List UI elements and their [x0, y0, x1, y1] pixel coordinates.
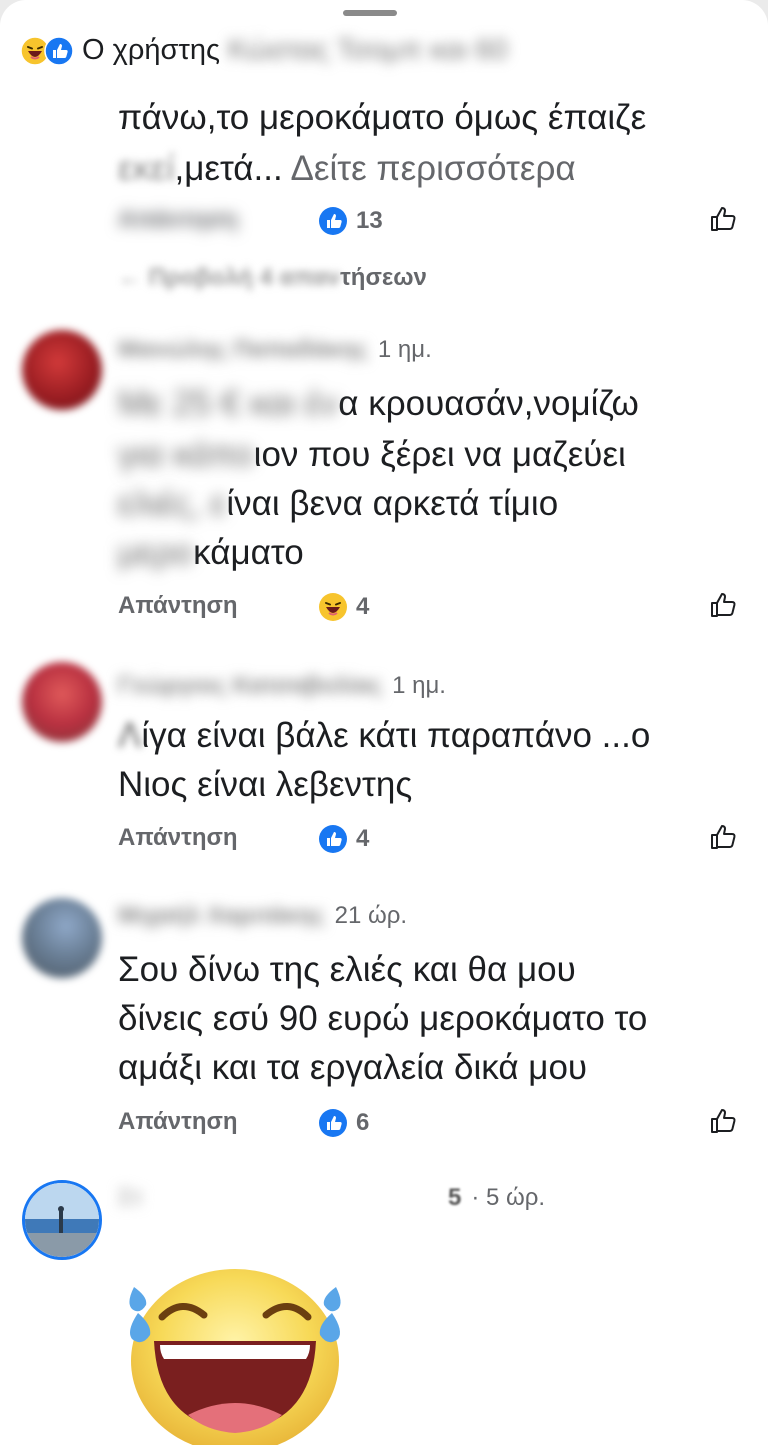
- avatar[interactable]: [22, 330, 102, 410]
- comment-line: α κρουασάν,νομίζω: [338, 384, 639, 423]
- avatar-photo: [25, 1183, 99, 1257]
- comment-line: δίνεις εσύ 90 ευρώ μεροκάματο το: [118, 999, 648, 1038]
- comments-sheet: Ο χρήστης Κώστας Τσομπ και 60 πάνω,το με…: [0, 0, 768, 1446]
- avatar[interactable]: [22, 898, 102, 978]
- comment-text: Νιος είναι λεβεντης: [118, 759, 412, 810]
- avatar[interactable]: [22, 1180, 102, 1260]
- commenter-name-tail: 5: [448, 1184, 462, 1211]
- comment-meta: Γεώργιος Κατσαβολίας 1 ημ.: [118, 672, 446, 700]
- blurred-text: Λ: [118, 716, 142, 755]
- comment-time: 21 ώρ.: [334, 902, 408, 929]
- commenter-name[interactable]: Στ: [118, 1184, 438, 1212]
- comment-text: για κάποιον που ξέρει να μαζεύει: [118, 429, 626, 480]
- previous-replies-label: τήσεων: [340, 264, 427, 291]
- comment-text: Λίγα είναι βάλε κάτι παραπάνο ...ο: [118, 710, 650, 761]
- laughing-crying-emoji: [129, 1269, 341, 1445]
- reaction-summary[interactable]: 4: [318, 592, 369, 622]
- comment-text: ελιές, είναι βενα αρκετά τίμιο: [118, 478, 558, 529]
- blurred-names: Κώστας Τσομπ και 60: [227, 34, 508, 66]
- commenter-name[interactable]: Γεώργιος Κατσαβολίας: [118, 672, 382, 700]
- reply-context-text: Ο χρήστης: [82, 34, 220, 66]
- comment-line: ίναι βενα αρκετά τίμιο: [226, 484, 559, 523]
- comment-text: εκεί,μετά... Δείτε περισσότερα: [118, 143, 576, 194]
- blurred-text: για κάπο: [118, 435, 254, 474]
- comment-actions: Απάντηση 13: [118, 202, 748, 242]
- see-more-link[interactable]: Δείτε περισσότερα: [291, 149, 576, 188]
- reaction-summary[interactable]: 6: [318, 1108, 369, 1138]
- comment-line: αμάξι και τα εργαλεία δικά μου: [118, 1048, 588, 1087]
- comment-text: αμάξι και τα εργαλεία δικά μου: [118, 1042, 587, 1093]
- comment-line: Νιος είναι λεβεντης: [118, 765, 413, 804]
- like-icon: [319, 207, 347, 235]
- reaction-summary[interactable]: 4: [318, 824, 369, 854]
- like-button-icon[interactable]: [706, 1104, 740, 1138]
- haha-icon: [319, 593, 347, 621]
- view-previous-replies[interactable]: ← Προβολή 4 απαντήσεων: [118, 264, 427, 292]
- comment-time: 1 ημ.: [377, 336, 432, 363]
- comment-text: πάνω,το μεροκάματο όμως έπαιζε: [118, 92, 646, 143]
- comment-time: 1 ημ.: [392, 672, 446, 699]
- reply-button[interactable]: Απάντηση: [118, 592, 238, 620]
- comment-line: Σου δίνω της ελιές και θα μου: [118, 950, 576, 989]
- reply-context: Ο χρήστης Κώστας Τσομπ και 60: [20, 34, 508, 67]
- reaction-count: 4: [356, 825, 370, 852]
- like-button-icon[interactable]: [706, 588, 740, 622]
- comment-text: Με 25 € και ένα κρουασάν,νομίζω: [118, 378, 639, 429]
- like-button-icon[interactable]: [706, 202, 740, 236]
- avatar[interactable]: [22, 662, 102, 742]
- comment-meta: Μιχαήλ Χαριτάκης 21 ώρ.: [118, 902, 407, 930]
- reply-button[interactable]: Απάντηση: [118, 206, 238, 234]
- comment-line: κάματο: [193, 533, 304, 572]
- commenter-name[interactable]: Μανώλης Παπαδάκης: [118, 336, 368, 364]
- blurred-text: εκεί: [118, 149, 175, 188]
- like-icon: [319, 825, 347, 853]
- comment-line: πάνω,το μεροκάματο όμως έπαιζε: [118, 98, 647, 137]
- comment-line: ,μετά...: [174, 149, 283, 188]
- comment-text: Σου δίνω της ελιές και θα μου: [118, 944, 576, 995]
- drag-handle[interactable]: [343, 10, 397, 16]
- comment-meta: Μανώλης Παπαδάκης 1 ημ.: [118, 336, 432, 364]
- reply-button[interactable]: Απάντηση: [118, 824, 238, 852]
- blurred-text: ελιές, ε: [118, 484, 227, 523]
- comment-actions: Απάντηση 4: [118, 588, 748, 628]
- like-icon: [319, 1109, 347, 1137]
- comment-line: ιον που ξέρει να μαζεύει: [253, 435, 626, 474]
- reply-button[interactable]: Απάντηση: [118, 1108, 238, 1136]
- reaction-count: 4: [356, 593, 370, 620]
- comment-text: μεροκάματο: [118, 527, 304, 578]
- blurred-text: Με 25 € και έν: [118, 384, 339, 423]
- like-button-icon[interactable]: [706, 820, 740, 854]
- reaction-count: 13: [356, 207, 383, 234]
- comment-actions: Απάντηση 6: [118, 1104, 748, 1144]
- comment-meta: Στ 5 · 5 ώρ.: [118, 1184, 545, 1212]
- commenter-name[interactable]: Μιχαήλ Χαριτάκης: [118, 902, 325, 930]
- reaction-count: 6: [356, 1109, 370, 1136]
- like-icon: [44, 35, 74, 66]
- comment-text: δίνεις εσύ 90 ευρώ μεροκάματο το: [118, 993, 647, 1044]
- comment-line: ίγα είναι βάλε κάτι παραπάνο ...ο: [141, 716, 651, 755]
- comment-actions: Απάντηση 4: [118, 820, 748, 860]
- reaction-summary[interactable]: 13: [318, 206, 383, 236]
- blurred-text: ← Προβολή 4 απαν: [118, 264, 341, 291]
- blurred-text: μερο: [118, 533, 194, 572]
- comment-time: · 5 ώρ.: [471, 1184, 546, 1211]
